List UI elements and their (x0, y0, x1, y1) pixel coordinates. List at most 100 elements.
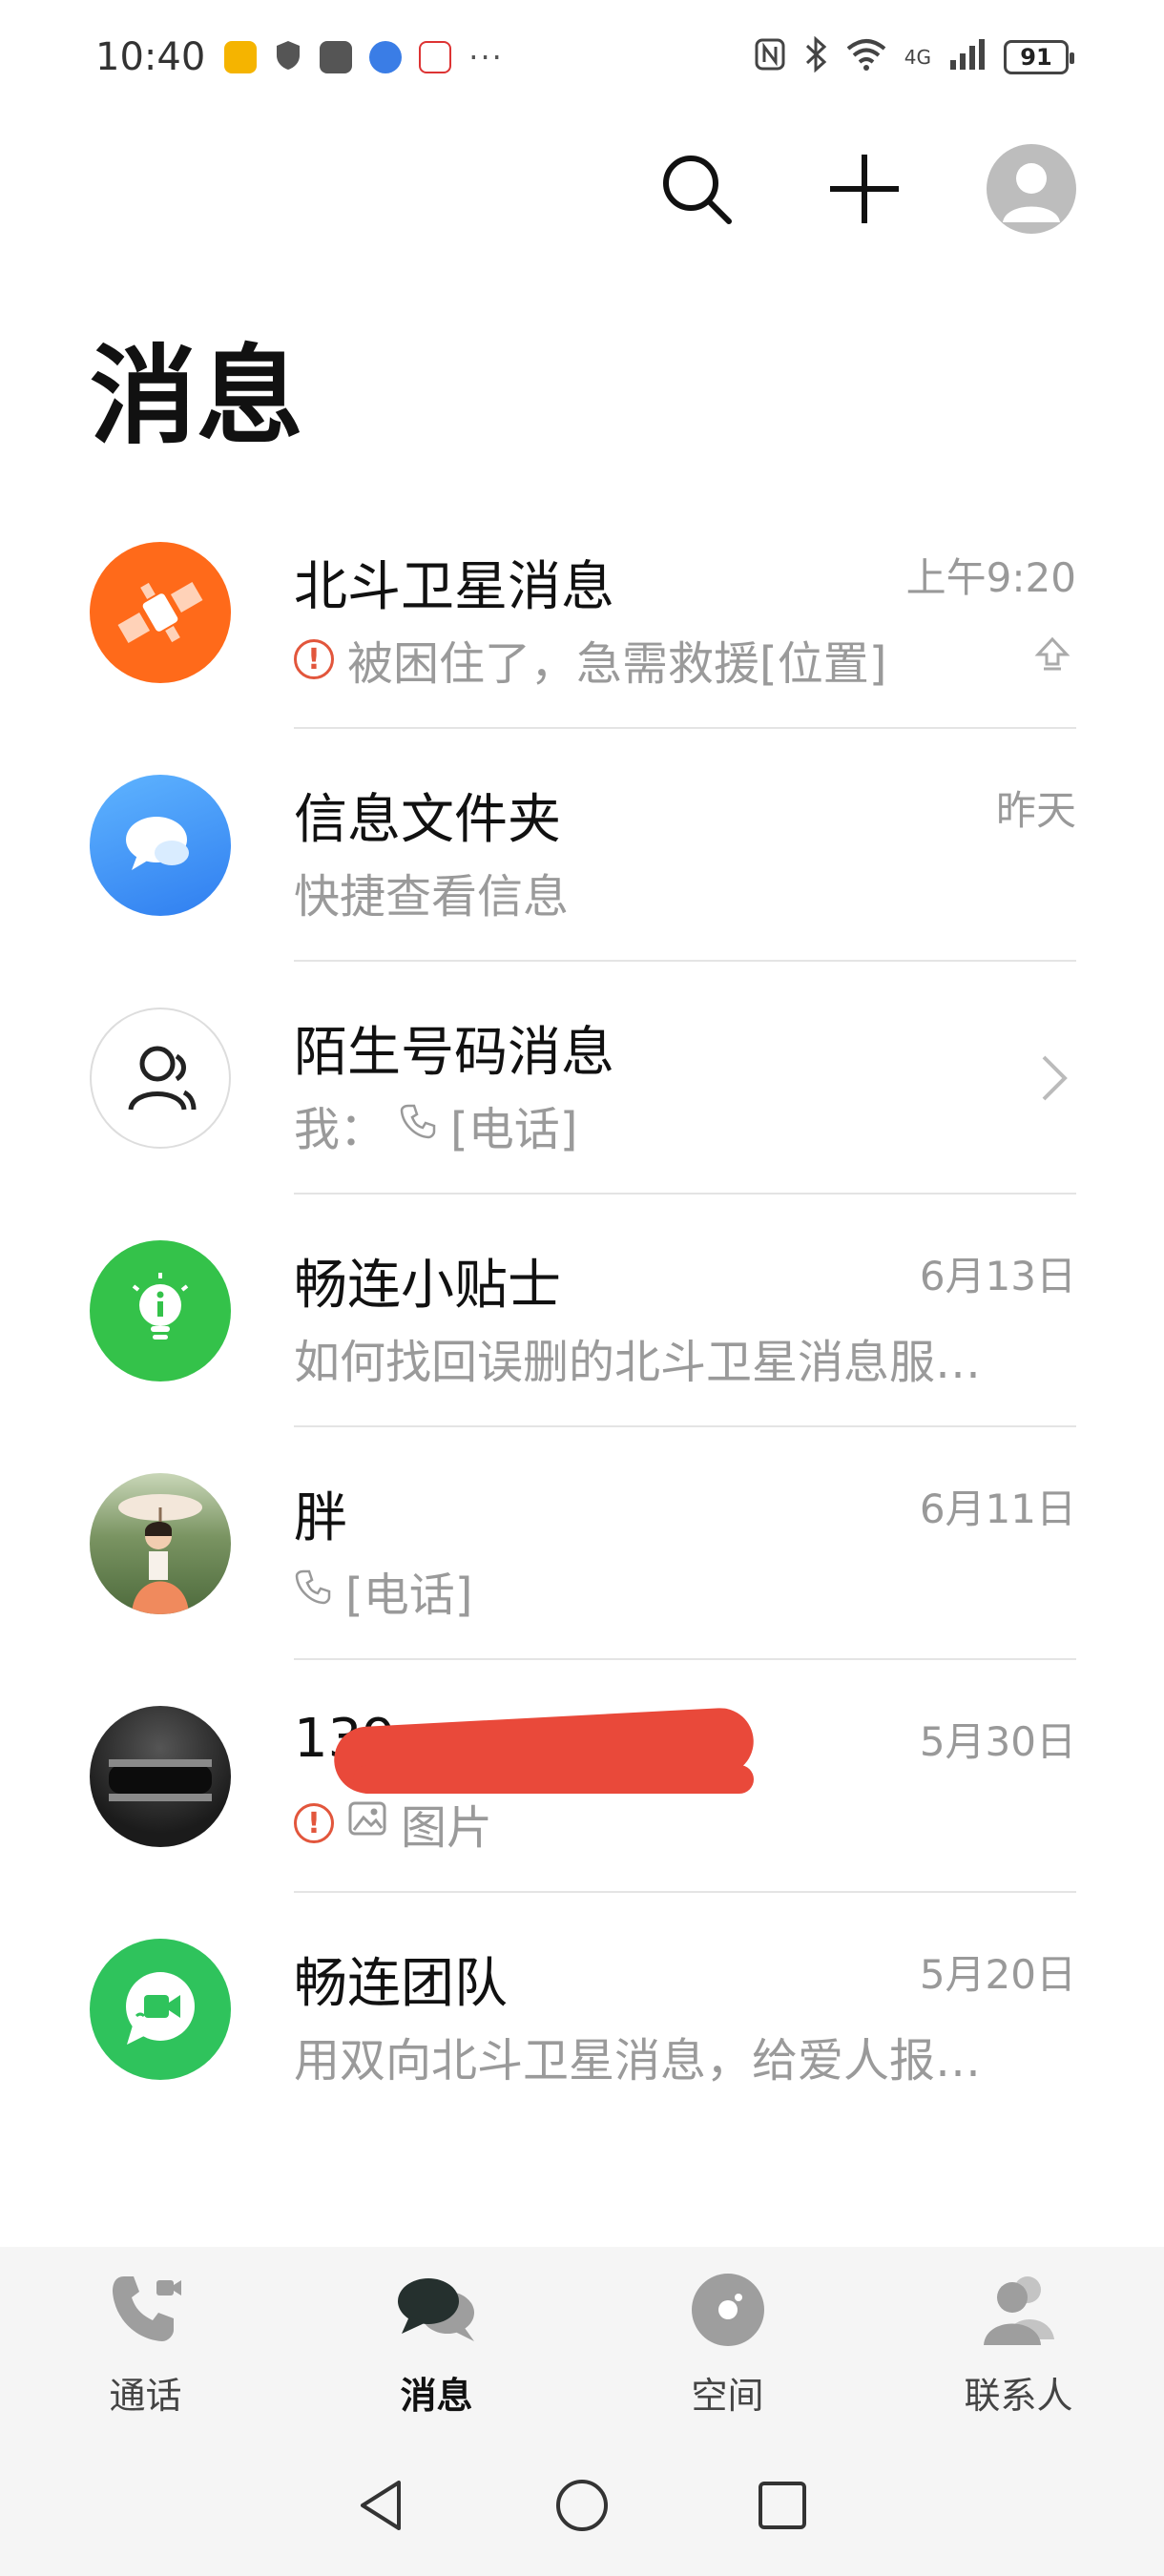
lightbulb-icon (132, 1273, 189, 1340)
app-notification-icon (224, 41, 258, 73)
conversation-item[interactable]: 陌生号码消息 我： [电话] (0, 962, 1164, 1195)
conversation-time: 上午9:20 (905, 554, 1076, 601)
nfc-icon (754, 37, 786, 78)
tips-avatar (90, 1240, 231, 1381)
stranger-avatar (90, 1008, 231, 1149)
conversation-name: 畅连团队 (294, 1953, 508, 2015)
send-failed-icon: ! (294, 1803, 334, 1843)
preview-text: [电话] (345, 1568, 473, 1622)
conversation-time: 昨天 (995, 787, 1076, 834)
preview-text: 被困住了，急需救援[位置] (347, 637, 887, 691)
conversation-time: 6月13日 (919, 1253, 1076, 1299)
conversation-item[interactable]: 胖 6月11日 [电话] (0, 1427, 1164, 1660)
pin-icon (1034, 635, 1070, 675)
conversation-time: 5月30日 (919, 1718, 1076, 1765)
notification-icons: ··· (224, 39, 504, 75)
conversation-name: 陌生号码消息 (294, 1022, 614, 1084)
preview-text: 如何找回误删的北斗卫星消息服… (294, 1336, 982, 1389)
image-icon (347, 1797, 387, 1850)
wifi-icon (845, 37, 887, 78)
tab-contacts[interactable]: 联系人 (873, 2247, 1164, 2438)
conversation-preview: ! 图片 (294, 1790, 1057, 1857)
huawei-icon (320, 41, 353, 73)
back-button[interactable] (353, 2477, 410, 2538)
signal-icon (948, 37, 987, 78)
battery-icon: 91 (1004, 40, 1074, 74)
header-actions (651, 143, 1076, 235)
contact-photo-avatar (90, 1473, 231, 1614)
status-time: 10:40 (95, 35, 206, 79)
conversation-preview: 我： [电话] (294, 1091, 1057, 1158)
satellite-avatar (90, 542, 231, 683)
contact-photo (118, 1494, 202, 1614)
tab-label: 通话 (109, 2374, 182, 2417)
phone-icon (294, 1564, 332, 1617)
home-circle-icon (556, 2479, 608, 2531)
conversation-item[interactable]: 畅连团队 5月20日 用双向北斗卫星消息，给爱人报… (0, 1893, 1164, 2126)
add-button[interactable] (819, 143, 910, 235)
chevron-right-icon (1040, 1053, 1069, 1107)
back-triangle-icon (361, 2480, 401, 2530)
plus-icon (830, 155, 899, 223)
send-failed-icon: ! (294, 639, 334, 679)
team-avatar (90, 1939, 231, 2080)
bottom-navigation: 通话 消息 空间 联系人 (0, 2247, 1164, 2576)
conversation-preview: 如何找回误删的北斗卫星消息服… (294, 1324, 1057, 1391)
preview-text: 图片 (401, 1801, 493, 1855)
bluetooth-icon (803, 35, 828, 79)
recents-square-icon (759, 2481, 806, 2529)
home-button[interactable] (553, 2477, 611, 2538)
sina-icon (419, 41, 452, 73)
conversation-item[interactable]: 畅连小贴士 6月13日 如何找回误删的北斗卫星消息服… (0, 1195, 1164, 1427)
tab-space[interactable]: 空间 (582, 2247, 873, 2438)
folder-avatar (90, 775, 231, 916)
status-bar: 10:40 ··· 4G 91 (0, 0, 1164, 114)
tab-label: 空间 (691, 2374, 764, 2417)
messages-icon (394, 2267, 480, 2353)
disc-icon (685, 2267, 771, 2353)
conversation-name: 畅连小贴士 (294, 1255, 561, 1317)
conversation-name: 北斗卫星消息 (294, 556, 614, 618)
conversation-name: 信息文件夹 (294, 789, 561, 851)
contact-photo-avatar (90, 1706, 231, 1847)
tab-calls[interactable]: 通话 (0, 2247, 291, 2438)
browser-icon (369, 41, 403, 73)
network-type: 4G (904, 46, 931, 69)
conversation-name: 胖 (294, 1487, 347, 1549)
chat-bubble-icon (126, 817, 189, 870)
conversation-preview: [电话] (294, 1557, 1057, 1624)
preview-text: 快捷查看信息 (294, 870, 570, 924)
recents-button[interactable] (754, 2477, 811, 2538)
conversation-list: 北斗卫星消息 上午9:20 ! 被困住了，急需救援[位置] 信息文件夹 昨天 快… (0, 496, 1164, 2126)
contacts-icon (976, 2267, 1062, 2353)
tab-label: 消息 (400, 2374, 473, 2417)
conversation-item[interactable]: 信息文件夹 昨天 快捷查看信息 (0, 729, 1164, 962)
contact-photo (109, 1759, 212, 1801)
conversation-item[interactable]: 北斗卫星消息 上午9:20 ! 被困住了，急需救援[位置] (0, 496, 1164, 729)
system-status: 4G 91 (754, 35, 1074, 79)
page-title: 消息 (90, 335, 303, 459)
phone-icon (399, 1098, 437, 1152)
shield-icon (274, 39, 302, 75)
preview-text: [电话] (450, 1103, 578, 1156)
search-icon (663, 156, 732, 224)
conversation-item[interactable]: 139 5月30日 ! 图片 (0, 1660, 1164, 1893)
satellite-icon (117, 581, 203, 644)
person-outline-icon (128, 1046, 197, 1111)
person-icon (1003, 163, 1060, 222)
conversation-time: 5月20日 (919, 1951, 1076, 1998)
tab-messages[interactable]: 消息 (291, 2247, 582, 2438)
system-navigation-bar (0, 2438, 1164, 2576)
conversation-preview: 快捷查看信息 (294, 859, 1057, 925)
tab-label: 联系人 (964, 2374, 1073, 2417)
conversation-preview: 用双向北斗卫星消息，给爱人报… (294, 2023, 1057, 2089)
search-button[interactable] (651, 143, 742, 235)
conversation-time: 6月11日 (919, 1485, 1076, 1532)
video-chat-icon (126, 1972, 195, 2045)
tab-bar: 通话 消息 空间 联系人 (0, 2247, 1164, 2438)
preview-text: 用双向北斗卫星消息，给爱人报… (294, 2034, 982, 2088)
more-notifications-icon: ··· (468, 39, 504, 75)
phone-video-icon (103, 2267, 189, 2353)
conversation-preview: ! 被困住了，急需救援[位置] (294, 626, 1057, 693)
profile-avatar[interactable] (987, 144, 1076, 234)
